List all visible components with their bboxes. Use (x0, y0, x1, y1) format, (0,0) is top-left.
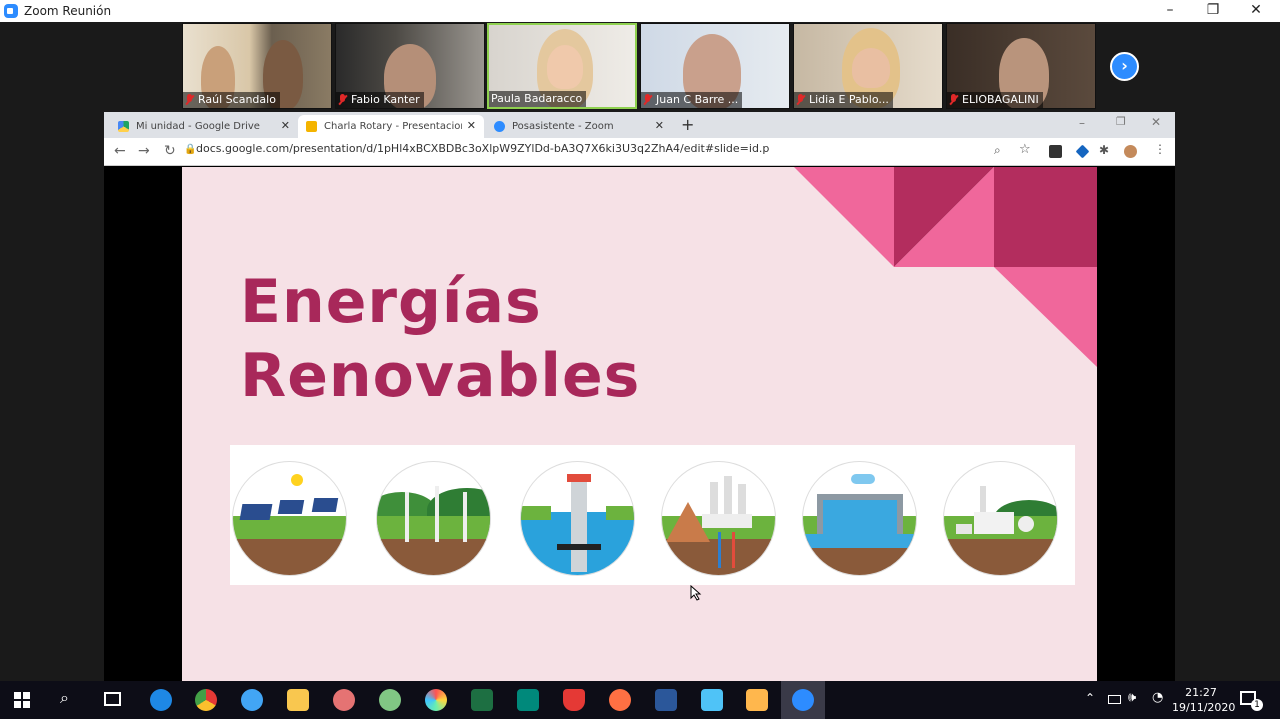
participant-tile[interactable]: Fabio Kanter (335, 23, 485, 109)
slide-title-line2: Renovables (240, 341, 641, 411)
minimize-button[interactable]: – (1147, 0, 1193, 22)
google-drive-icon (118, 121, 129, 132)
hydroelectric-energy-icon (802, 461, 917, 576)
pdf-extension-icon[interactable] (1049, 145, 1062, 158)
participant-name-label: Raúl Scandalo (183, 92, 280, 108)
zoom-logo-icon (4, 4, 18, 18)
edge-icon[interactable] (150, 689, 172, 711)
new-tab-button[interactable]: + (681, 115, 694, 134)
chevron-up-icon[interactable]: ⌃ (1085, 691, 1095, 705)
notification-count-badge: 1 (1251, 699, 1263, 711)
restore-button[interactable]: ❐ (1190, 0, 1236, 22)
clock-time: 21:27 (1185, 686, 1217, 699)
close-tab-icon[interactable]: ✕ (467, 119, 476, 132)
participant-tile[interactable]: Raúl Scandalo (182, 23, 332, 109)
reload-icon[interactable]: ↻ (164, 143, 176, 159)
internet-explorer-icon[interactable] (241, 689, 263, 711)
menu-icon[interactable]: ⋮ (1154, 142, 1166, 156)
participant-tile-active-speaker[interactable]: Paula Badaracco (487, 23, 637, 109)
participant-name-label: ELIOBAGALINI (947, 92, 1043, 108)
mic-muted-icon (185, 94, 194, 106)
next-participants-button[interactable]: › (1110, 52, 1139, 81)
slide-title-line1: Energías (240, 267, 542, 337)
browser-tab-bar: Mi unidad - Google Drive ✕ Charla Rotary… (104, 112, 1175, 138)
avatar[interactable] (1124, 145, 1137, 158)
search-icon[interactable]: ⌕ (60, 688, 69, 708)
word-icon[interactable] (655, 689, 677, 711)
windows-start-icon[interactable] (14, 692, 30, 708)
presentation-slide: Energías Renovables (182, 167, 1097, 681)
google-slides-icon (306, 121, 317, 132)
file-explorer-icon[interactable] (287, 689, 309, 711)
mic-muted-icon (338, 94, 347, 106)
app-icon[interactable] (701, 689, 723, 711)
mic-muted-icon (949, 94, 958, 106)
geothermal-energy-icon (661, 461, 776, 576)
participant-video (852, 48, 890, 88)
zoom-icon (494, 121, 505, 132)
participant-video (547, 45, 583, 89)
volume-icon[interactable]: 🕪 (1128, 690, 1136, 705)
taskbar-clock[interactable]: 21:27 19/11/2020 (1172, 685, 1236, 715)
tab-label: Charla Rotary - Presentaciones d (324, 121, 462, 132)
chevron-right-icon: › (1121, 56, 1128, 75)
forward-icon[interactable]: → (138, 143, 150, 159)
app-icon[interactable] (517, 689, 539, 711)
decorative-triangles (794, 167, 1097, 367)
media-player-icon[interactable] (746, 689, 768, 711)
close-button[interactable]: ✕ (1151, 115, 1161, 129)
lock-icon: 🔒 (184, 144, 197, 155)
app-icon[interactable] (609, 689, 631, 711)
participant-tile[interactable]: Lidia E Pablo... (793, 23, 943, 109)
tab-label: Posasistente - Zoom (512, 121, 614, 132)
chrome-icon[interactable] (195, 689, 217, 711)
close-button[interactable]: ✕ (1233, 0, 1279, 22)
tidal-energy-icon (520, 461, 635, 576)
restore-button[interactable]: ❐ (1116, 115, 1126, 128)
paint-brush-app-icon[interactable] (379, 689, 401, 711)
minimize-button[interactable]: – (1079, 116, 1085, 130)
clock-date: 19/11/2020 (1172, 701, 1236, 714)
participant-name-label: Fabio Kanter (336, 92, 424, 108)
extension-icon[interactable] (1075, 144, 1090, 159)
tab-google-drive[interactable]: Mi unidad - Google Drive ✕ (110, 115, 298, 138)
close-tab-icon[interactable]: ✕ (281, 119, 290, 132)
mouse-cursor-icon (690, 585, 702, 601)
shield-app-icon[interactable] (563, 689, 585, 711)
participant-name-label: Lidia E Pablo... (794, 92, 893, 108)
shared-browser-window: Mi unidad - Google Drive ✕ Charla Rotary… (104, 112, 1175, 681)
wind-energy-icon (376, 461, 491, 576)
participant-tile[interactable]: Juan C Barre ... (640, 23, 790, 109)
tab-label: Mi unidad - Google Drive (136, 121, 260, 132)
url-field[interactable]: docs.google.com/presentation/d/1pHl4xBCX… (196, 142, 769, 155)
energy-icons-strip (230, 445, 1075, 585)
puzzle-icon[interactable]: ✱ (1099, 143, 1109, 157)
zoom-window-title: Zoom Reunión (24, 4, 112, 18)
biomass-energy-icon (943, 461, 1058, 576)
task-view-icon[interactable] (104, 692, 121, 706)
participant-name-label: Juan C Barre ... (641, 92, 743, 108)
solar-energy-icon (232, 461, 347, 576)
mic-muted-icon (643, 94, 652, 106)
participant-tile[interactable]: ELIOBAGALINI (946, 23, 1096, 109)
wifi-icon[interactable]: ◔ (1152, 690, 1163, 705)
tab-zoom[interactable]: Posasistente - Zoom ✕ (486, 115, 672, 138)
search-icon[interactable]: ⌕ (994, 143, 1001, 158)
paint-app-icon[interactable] (333, 689, 355, 711)
back-icon[interactable]: ← (114, 143, 126, 159)
mic-muted-icon (796, 94, 805, 106)
star-icon[interactable]: ☆ (1019, 142, 1031, 157)
zoom-title-bar: Zoom Reunión – ❐ ✕ (0, 0, 1280, 22)
tab-google-slides[interactable]: Charla Rotary - Presentaciones d ✕ (298, 115, 484, 138)
browser-toolbar: ← → ↻ 🔒 docs.google.com/presentation/d/1… (104, 138, 1175, 166)
close-tab-icon[interactable]: ✕ (655, 119, 664, 132)
zoom-icon (792, 689, 814, 711)
color-app-icon[interactable] (425, 689, 447, 711)
slide-title: Energías Renovables (240, 265, 640, 413)
excel-icon[interactable] (471, 689, 493, 711)
battery-icon[interactable] (1108, 695, 1121, 704)
participant-name-label: Paula Badaracco (489, 91, 587, 107)
windows-taskbar: ⌕ ⌃ 🕪 ◔ 21:27 19/11/2020 1 (0, 681, 1280, 719)
